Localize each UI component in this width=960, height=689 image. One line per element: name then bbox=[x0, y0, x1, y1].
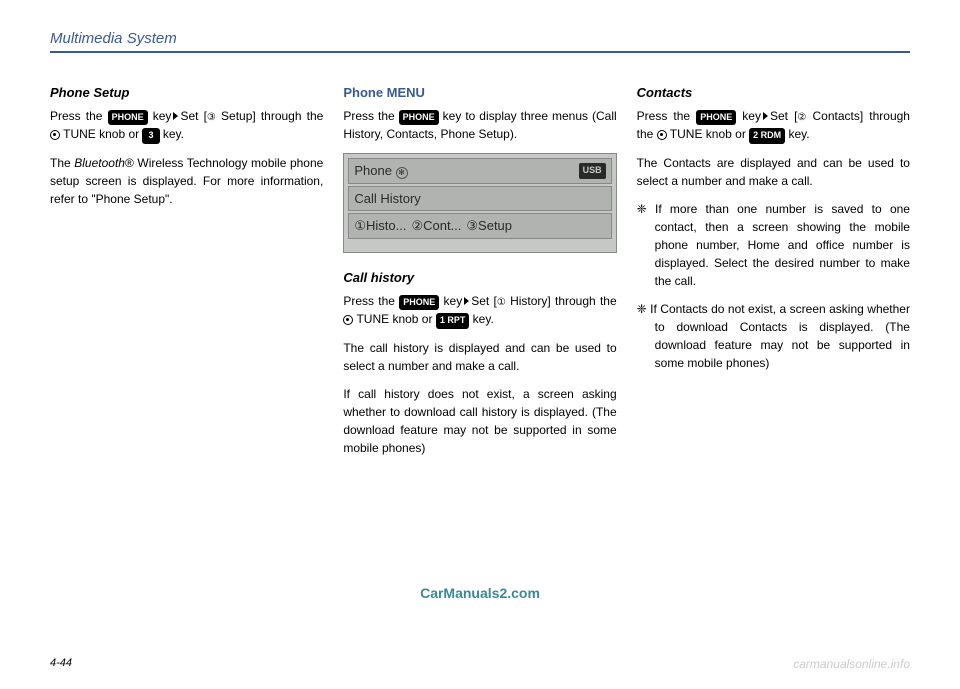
text: Setup] through the bbox=[216, 109, 323, 123]
column-2: Phone MENU Press the PHONE key to displa… bbox=[343, 83, 616, 467]
text: Set [ bbox=[770, 109, 797, 123]
content-columns: Phone Setup Press the PHONE keySet [③ Se… bbox=[50, 83, 910, 467]
phone-menu-para1: Press the PHONE key to display three men… bbox=[343, 107, 616, 144]
menu-contacts: ②Cont... bbox=[411, 216, 461, 236]
heading-call-history: Call history bbox=[343, 268, 616, 288]
contacts-bullet2: ❈ If Contacts do not exist, a screen ask… bbox=[637, 300, 910, 372]
contacts-para1: Press the PHONE keySet [② Contacts] thro… bbox=[637, 107, 910, 144]
call-history-para1: Press the PHONE key Set [① History] throu… bbox=[343, 292, 616, 329]
triangle-right-icon bbox=[763, 112, 768, 120]
phone-setup-para2: The Bluetooth® Wireless Technology mobil… bbox=[50, 154, 323, 208]
text: key. bbox=[469, 312, 493, 326]
usb-badge: USB bbox=[579, 163, 606, 179]
section-header: Multimedia System bbox=[50, 30, 910, 53]
page-number: 4-44 bbox=[50, 657, 72, 669]
text: TUNE knob or bbox=[60, 127, 142, 141]
text: TUNE knob or bbox=[667, 127, 749, 141]
display-title-row: Phone ✻ USB bbox=[348, 158, 611, 184]
registered-mark: ® bbox=[125, 156, 134, 170]
tune-knob-icon bbox=[50, 130, 60, 140]
call-history-para2: The call history is displayed and can be… bbox=[343, 339, 616, 375]
heading-phone-menu: Phone MENU bbox=[343, 83, 616, 103]
text: Set [ bbox=[180, 109, 206, 123]
display-call-history-row: Call History bbox=[348, 186, 611, 212]
text: key bbox=[148, 109, 172, 123]
bluetooth-icon: ✻ bbox=[396, 167, 408, 179]
phone-key-icon: PHONE bbox=[108, 110, 148, 126]
bluetooth-word: Bluetooth bbox=[74, 156, 125, 170]
text: History] through the bbox=[506, 294, 617, 308]
tune-knob-icon bbox=[657, 130, 667, 140]
triangle-right-icon bbox=[173, 112, 178, 120]
call-history-para3: If call history does not exist, a screen… bbox=[343, 385, 616, 457]
heading-phone-setup: Phone Setup bbox=[50, 83, 323, 103]
key-1rpt-icon: 1 RPT bbox=[436, 313, 470, 329]
phone-key-icon: PHONE bbox=[696, 110, 736, 126]
text: key bbox=[439, 294, 462, 308]
text: Press the bbox=[50, 109, 108, 123]
display-title: Phone bbox=[354, 163, 392, 178]
text: key. bbox=[160, 127, 184, 141]
phone-setup-para1: Press the PHONE key Set [③ Setup] through… bbox=[50, 107, 323, 144]
text: Press the bbox=[343, 294, 399, 308]
text: Press the bbox=[637, 109, 697, 123]
display-menu-row: ①Histo... ②Cont... ③Setup bbox=[348, 213, 611, 239]
circled-1-icon: ① bbox=[497, 295, 506, 310]
phone-key-icon: PHONE bbox=[399, 295, 439, 311]
watermark: CarManuals2.com bbox=[420, 585, 540, 601]
phone-display-screenshot: Phone ✻ USB Call History ①Histo... ②Cont… bbox=[343, 153, 616, 253]
key-2rdm-icon: 2 RDM bbox=[749, 128, 785, 144]
footer-watermark: carmanualsonline.info bbox=[793, 657, 910, 671]
tune-knob-icon bbox=[343, 315, 353, 325]
menu-setup: ③Setup bbox=[466, 216, 512, 236]
phone-key-icon: PHONE bbox=[399, 110, 439, 126]
text: Press the bbox=[343, 109, 398, 123]
contacts-bullet1: ❈ If more than one number is saved to on… bbox=[637, 200, 910, 290]
column-1: Phone Setup Press the PHONE key Set [③ Se… bbox=[50, 83, 323, 467]
text: key bbox=[736, 109, 761, 123]
column-3: Contacts Press the PHONE keySet [② Conta… bbox=[637, 83, 910, 467]
heading-contacts: Contacts bbox=[637, 83, 910, 103]
triangle-right-icon bbox=[464, 297, 469, 305]
text: The bbox=[50, 156, 74, 170]
menu-history: ①Histo... bbox=[354, 216, 406, 236]
text: key. bbox=[785, 127, 809, 141]
key-3-icon: 3 bbox=[142, 128, 159, 144]
text: TUNE knob or bbox=[353, 312, 435, 326]
circled-3-icon: ③ bbox=[207, 110, 216, 125]
contacts-para2: The Contacts are displayed and can be us… bbox=[637, 154, 910, 190]
text: Set [ bbox=[471, 294, 497, 308]
